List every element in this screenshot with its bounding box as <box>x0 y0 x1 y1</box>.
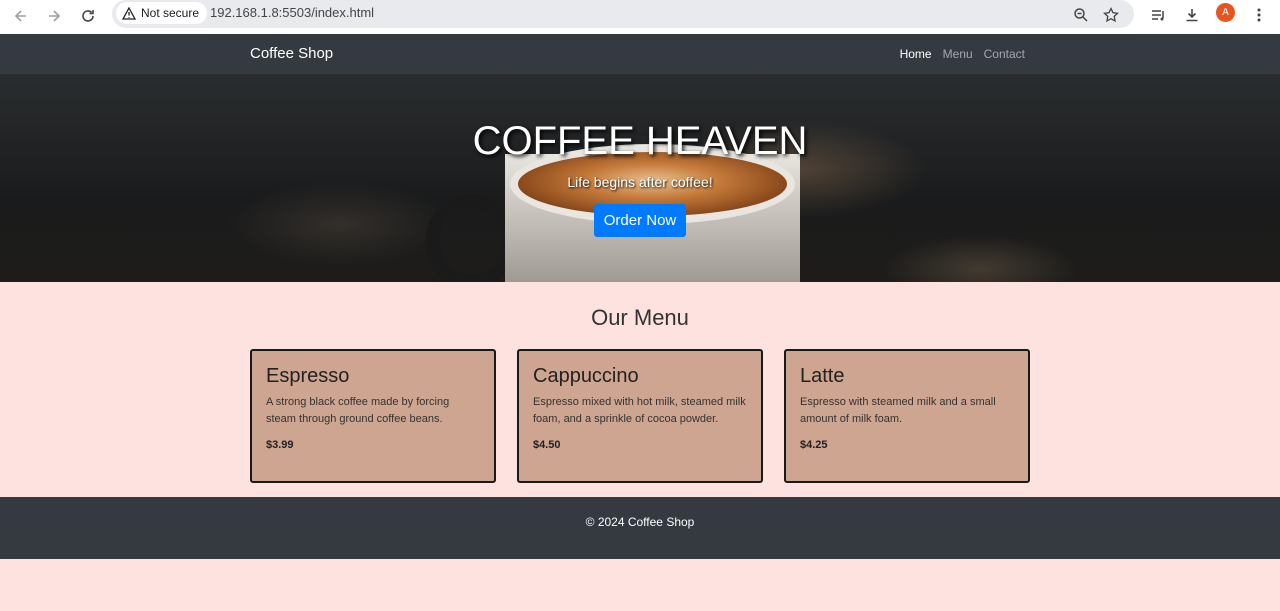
menu-item-price: $4.50 <box>533 439 561 451</box>
back-icon[interactable] <box>8 3 34 29</box>
site-footer: © 2024 Coffee Shop <box>0 497 1280 559</box>
hero-subtitle: Life begins after coffee! <box>567 174 713 190</box>
menu-item-description: Espresso mixed with hot milk, steamed mi… <box>533 396 746 425</box>
forward-icon[interactable] <box>41 3 67 29</box>
warning-icon <box>122 6 136 20</box>
hero-title: COFFEE HEAVEN <box>472 119 808 163</box>
menu-item-description: A strong black coffee made by forcing st… <box>266 396 450 425</box>
browser-toolbar: Not secure 192.168.1.8:5503/index.html A <box>0 0 1280 34</box>
more-options-icon[interactable] <box>1247 3 1271 27</box>
nav-link-menu[interactable]: Menu <box>943 47 973 61</box>
menu-card: Latte Espresso with steamed milk and a s… <box>784 349 1030 483</box>
profile-avatar[interactable]: A <box>1216 3 1235 22</box>
reload-icon[interactable] <box>75 3 101 29</box>
menu-item-name: Cappuccino <box>533 365 639 387</box>
zoom-icon[interactable] <box>1069 3 1093 27</box>
menu-card: Cappuccino Espresso mixed with hot milk,… <box>517 349 763 483</box>
cup-handle-graphic <box>426 194 516 282</box>
security-label: Not secure <box>141 6 200 20</box>
menu-item-name: Espresso <box>266 365 350 387</box>
brand-logo-text[interactable]: Coffee Shop <box>250 45 333 62</box>
order-now-button[interactable]: Order Now <box>594 204 686 237</box>
url-text[interactable]: 192.168.1.8:5503/index.html <box>210 5 374 20</box>
menu-item-name: Latte <box>800 365 845 387</box>
download-icon[interactable] <box>1180 3 1204 27</box>
menu-item-price: $3.99 <box>266 439 294 451</box>
menu-card: Espresso A strong black coffee made by f… <box>250 349 496 483</box>
menu-item-price: $4.25 <box>800 439 828 451</box>
bookmark-star-icon[interactable] <box>1099 3 1123 27</box>
nav-link-contact[interactable]: Contact <box>984 47 1025 61</box>
reading-list-icon[interactable] <box>1146 3 1170 27</box>
menu-section-title: Our Menu <box>591 305 689 330</box>
security-chip[interactable]: Not secure <box>116 2 208 24</box>
menu-item-description: Espresso with steamed milk and a small a… <box>800 396 996 425</box>
footer-copyright: © 2024 Coffee Shop <box>585 515 695 529</box>
hero-banner: COFFEE HEAVEN Life begins after coffee! … <box>0 74 1280 282</box>
nav-link-home[interactable]: Home <box>900 47 932 61</box>
nav-links: Home Menu Contact <box>900 47 1025 61</box>
site-navbar: Coffee Shop Home Menu Contact <box>0 34 1280 74</box>
